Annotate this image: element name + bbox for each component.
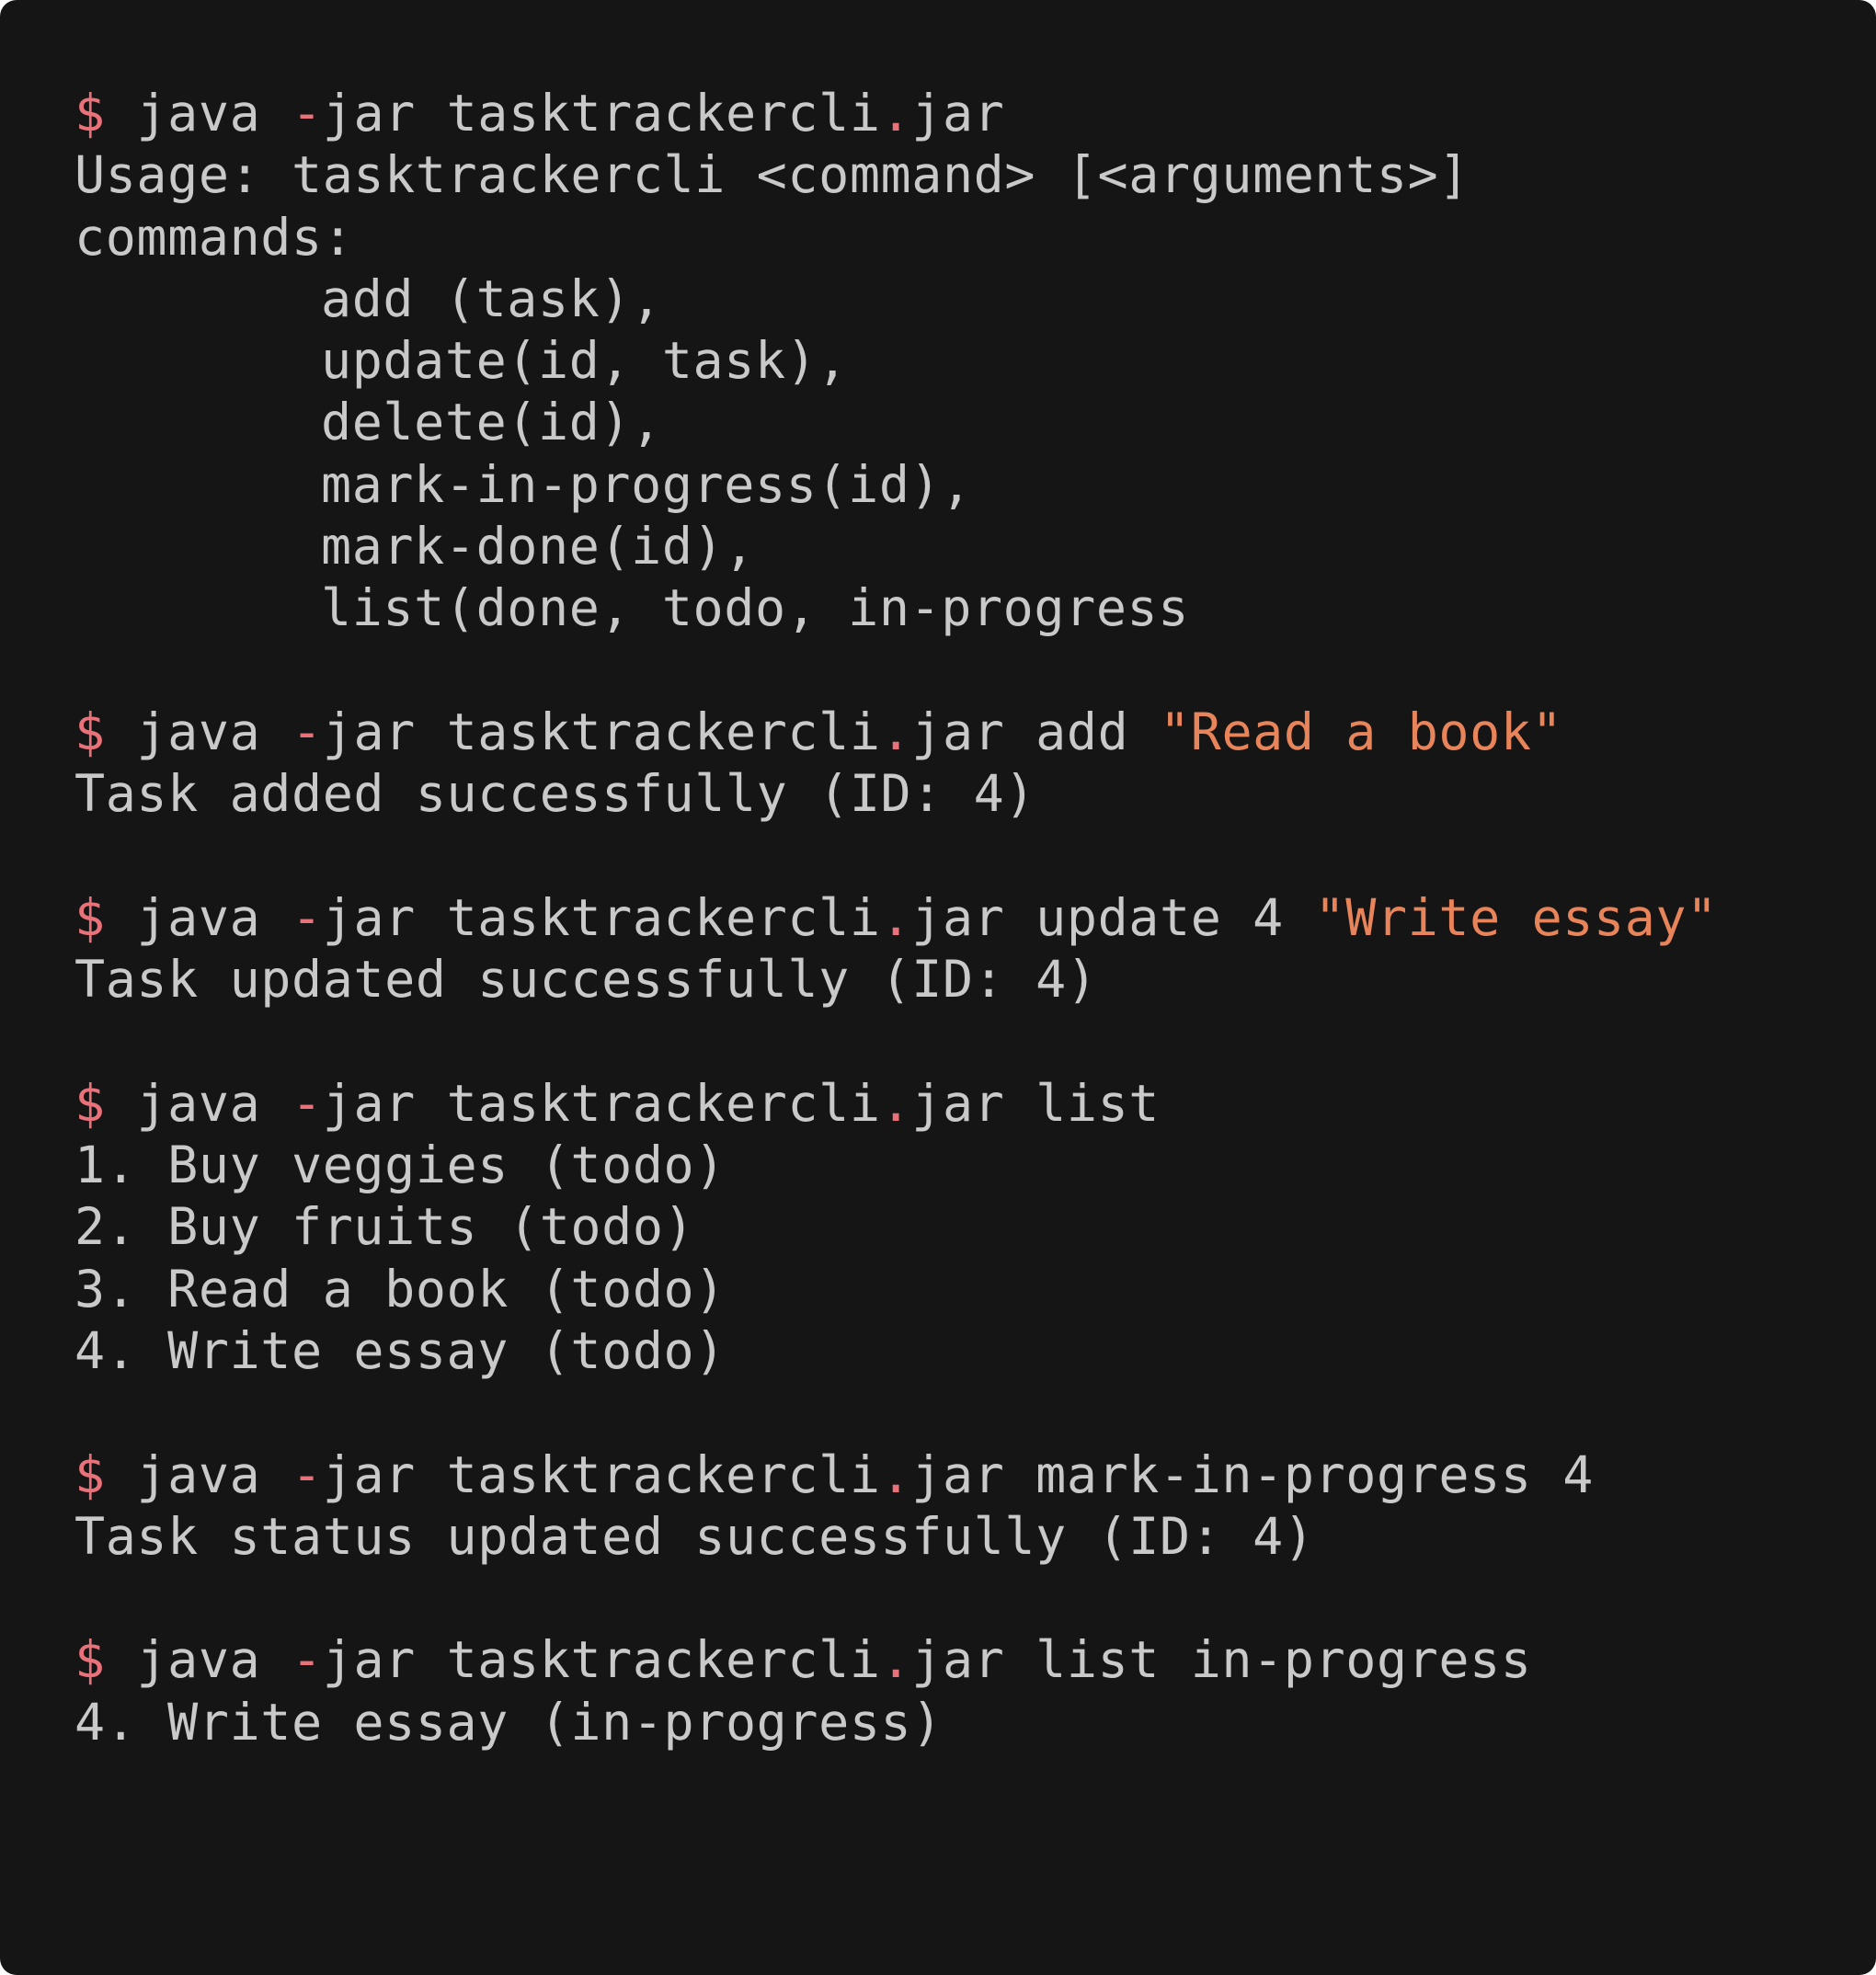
- command-line: $ java -jar tasktrackercli.jar list: [74, 1073, 1876, 1135]
- command-line: $ java -jar tasktrackercli.jar list in-p…: [74, 1629, 1876, 1691]
- command-args: list in-progress: [1035, 1630, 1532, 1690]
- jar-dot: .: [880, 887, 912, 947]
- command-java: java: [136, 887, 261, 947]
- jar-ext: jar: [911, 84, 1005, 143]
- command-line: $ java -jar tasktrackercli.jar add "Read…: [74, 702, 1876, 763]
- jar-name: tasktrackercli: [446, 887, 881, 947]
- output-line: Usage: tasktrackercli <command> [<argume…: [74, 145, 1470, 205]
- jar-flag-dash: -: [292, 1444, 323, 1504]
- jar-name: tasktrackercli: [446, 84, 881, 143]
- jar-flag-dash: -: [292, 702, 323, 761]
- jar-name: tasktrackercli: [446, 1073, 881, 1133]
- output-line: Task status updated successfully (ID: 4): [74, 1506, 1315, 1566]
- jar-flag: jar: [322, 1444, 416, 1504]
- command-args: mark-in-progress 4: [1035, 1444, 1594, 1504]
- jar-flag-dash: -: [292, 1073, 323, 1133]
- command-java: java: [136, 1444, 261, 1504]
- command-list-item: list(done, todo, in-progress: [321, 578, 1189, 638]
- string-argument: "Read a book": [1160, 702, 1563, 761]
- task-list-item: 4. Write essay (in-progress): [74, 1692, 943, 1752]
- output-line: Task updated successfully (ID: 4): [74, 950, 1098, 1010]
- jar-flag: jar: [322, 702, 416, 761]
- command-args: update 4: [1035, 887, 1284, 947]
- jar-flag: jar: [322, 1630, 416, 1690]
- task-list-item: 2. Buy fruits (todo): [74, 1197, 695, 1257]
- jar-dot: .: [880, 84, 912, 143]
- jar-dot: .: [880, 1073, 912, 1133]
- output-line: commands:: [74, 207, 354, 267]
- jar-name: tasktrackercli: [446, 1444, 881, 1504]
- jar-name: tasktrackercli: [446, 1630, 881, 1690]
- command-list-item: delete(id),: [321, 393, 662, 452]
- prompt-symbol: $: [74, 1630, 106, 1690]
- jar-flag: jar: [322, 1073, 416, 1133]
- jar-ext: jar: [911, 887, 1005, 947]
- jar-dot: .: [880, 1444, 912, 1504]
- prompt-symbol: $: [74, 887, 106, 947]
- output-line: Task added successfully (ID: 4): [74, 764, 1036, 824]
- jar-ext: jar: [911, 1630, 1005, 1690]
- prompt-symbol: $: [74, 702, 106, 761]
- command-args: add: [1035, 702, 1129, 761]
- prompt-symbol: $: [74, 84, 106, 143]
- command-list-item: add (task),: [321, 268, 662, 328]
- terminal-window[interactable]: $ java -jar tasktrackercli.jar Usage: ta…: [0, 0, 1876, 1975]
- jar-ext: jar: [911, 1444, 1005, 1504]
- task-list-item: 4. Write essay (todo): [74, 1320, 726, 1380]
- prompt-symbol: $: [74, 1444, 106, 1504]
- jar-name: tasktrackercli: [446, 702, 881, 761]
- task-list-item: 3. Read a book (todo): [74, 1259, 726, 1319]
- command-line: $ java -jar tasktrackercli.jar update 4 …: [74, 887, 1876, 949]
- command-java: java: [136, 84, 261, 143]
- command-line: $ java -jar tasktrackercli.jar mark-in-p…: [74, 1444, 1876, 1506]
- command-list-item: mark-in-progress(id),: [321, 454, 972, 514]
- string-argument: "Write essay": [1314, 887, 1718, 947]
- command-java: java: [136, 1073, 261, 1133]
- command-args: list: [1035, 1073, 1161, 1133]
- command-java: java: [136, 1630, 261, 1690]
- jar-dot: .: [880, 1630, 912, 1690]
- command-list-item: update(id, task),: [321, 331, 849, 391]
- command-java: java: [136, 702, 261, 761]
- jar-flag: jar: [322, 887, 416, 947]
- jar-flag: jar: [322, 84, 416, 143]
- task-list-item: 1. Buy veggies (todo): [74, 1136, 726, 1195]
- jar-flag-dash: -: [292, 1630, 323, 1690]
- command-line: $ java -jar tasktrackercli.jar: [74, 83, 1876, 144]
- jar-ext: jar: [911, 1073, 1005, 1133]
- jar-ext: jar: [911, 702, 1005, 761]
- jar-flag-dash: -: [292, 887, 323, 947]
- jar-dot: .: [880, 702, 912, 761]
- command-list-item: mark-done(id),: [321, 517, 755, 577]
- jar-flag-dash: -: [292, 84, 323, 143]
- prompt-symbol: $: [74, 1073, 106, 1133]
